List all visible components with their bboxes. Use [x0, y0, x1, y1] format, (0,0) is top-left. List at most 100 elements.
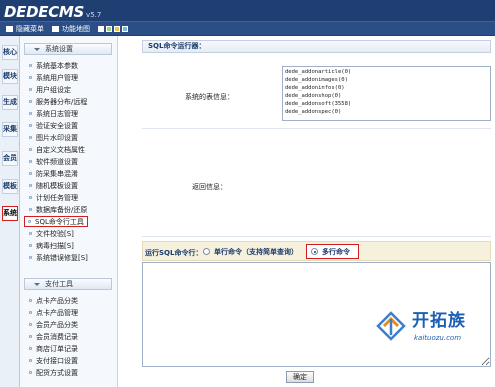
bullet-icon — [29, 311, 32, 314]
menu-label: 随机模板设置 — [36, 181, 78, 190]
menu-label: 服务器分布/远程 — [36, 97, 88, 106]
group-header-system-settings[interactable]: 系统设置 — [24, 43, 112, 55]
menu-item-member-consumption[interactable]: 会员消费记录 — [26, 331, 78, 342]
tab-templates[interactable]: 模板 — [2, 179, 18, 194]
menu-item-scheduled-tasks[interactable]: 计划任务管理 — [26, 192, 78, 203]
menu-label: 计划任务管理 — [36, 193, 78, 202]
single-line-radio[interactable] — [203, 248, 210, 255]
tab-collect[interactable]: 采集 — [2, 122, 18, 137]
table-list-item[interactable]: dede_addonimages(0) — [285, 76, 488, 84]
table-list-item[interactable]: dede_addonshop(0) — [285, 92, 488, 100]
menu-item-error-repair[interactable]: 系统错误修复[S] — [26, 252, 88, 263]
bullet-icon — [29, 208, 32, 211]
bullet-icon — [29, 100, 32, 103]
tab-members[interactable]: 会员 — [2, 151, 18, 166]
menu-label: 数据库备份/还原 — [36, 205, 88, 214]
menu-item-user-admin[interactable]: 系统用户管理 — [26, 72, 78, 83]
skin-swatch-4[interactable] — [122, 25, 128, 32]
menu-label: 软件频道设置 — [36, 157, 78, 166]
menu-item-user-groups[interactable]: 用户组设定 — [26, 84, 71, 95]
bullet-icon — [28, 220, 31, 223]
logo: DEDECMS v5.7 — [4, 2, 101, 20]
menu-item-basic-params[interactable]: 系统基本参数 — [26, 60, 78, 71]
menu-item-file-check[interactable]: 文件校验[S] — [26, 228, 74, 239]
top-header: DEDECMS v5.7 隐藏菜单 功能地图 — [0, 0, 495, 36]
left-tab-bar: 核心 模块 生成 采集 会员 模板 系统 — [0, 36, 20, 387]
logo-text: DEDECMS — [4, 3, 85, 21]
watermark-logo-icon — [376, 311, 406, 341]
menu-item-card-category[interactable]: 点卡产品分类 — [26, 295, 78, 306]
table-list-box[interactable]: dede_addonarticle(0) dede_addonimages(0)… — [282, 66, 491, 121]
bullet-icon — [29, 136, 32, 139]
multi-line-label: 多行命令 — [322, 247, 350, 256]
table-list-item[interactable]: dede_addonarticle(0) — [285, 68, 488, 76]
menu-label: 配货方式设置 — [36, 368, 78, 377]
menu-label: 点卡产品管理 — [36, 308, 78, 317]
bullet-icon — [29, 172, 32, 175]
menu-item-doc-attributes[interactable]: 自定义文档属性 — [26, 144, 85, 155]
menu-item-watermark[interactable]: 图片水印设置 — [26, 132, 78, 143]
menu-label: 病毒扫描[S] — [36, 241, 74, 250]
menu-label: 会员产品分类 — [36, 320, 78, 329]
tab-system[interactable]: 系统 — [2, 206, 18, 221]
chevron-down-icon — [34, 282, 40, 286]
menu-item-payment-interface[interactable]: 支付接口设置 — [26, 355, 78, 366]
hide-menu-label: 隐藏菜单 — [16, 24, 44, 33]
menu-item-random-template[interactable]: 随机模板设置 — [26, 180, 78, 191]
page-title: SQL命令运行器： — [142, 40, 491, 53]
menu-item-shop-orders[interactable]: 商店订单记录 — [26, 343, 78, 354]
submit-button[interactable]: 确定 — [286, 371, 314, 383]
tab-generate[interactable]: 生成 — [2, 95, 18, 110]
tab-core[interactable]: 核心 — [2, 45, 18, 60]
menu-item-card-admin[interactable]: 点卡产品管理 — [26, 307, 78, 318]
bullet-icon — [29, 88, 32, 91]
menu-label: 会员消费记录 — [36, 332, 78, 341]
divider — [142, 236, 491, 237]
single-line-option[interactable]: 单行命令（支持简单查询） — [203, 244, 298, 259]
bullet-icon — [29, 347, 32, 350]
bullet-icon — [29, 371, 32, 374]
bullet-icon — [29, 335, 32, 338]
skin-swatch-3[interactable] — [114, 25, 120, 32]
menu-label: 商店订单记录 — [36, 344, 78, 353]
tab-modules[interactable]: 模块 — [2, 69, 18, 84]
menu-item-server-remote[interactable]: 服务器分布/远程 — [26, 96, 87, 107]
function-map-link[interactable]: 功能地图 — [52, 24, 90, 34]
skin-swatch-2[interactable] — [106, 25, 112, 32]
function-map-label: 功能地图 — [62, 24, 90, 33]
bullet-icon — [29, 299, 32, 302]
table-list-item[interactable]: dede_addoninfos(0) — [285, 84, 488, 92]
menu-label: 用户组设定 — [36, 85, 71, 94]
top-links-bar: 隐藏菜单 功能地图 — [0, 21, 495, 35]
menu-item-member-product-category[interactable]: 会员产品分类 — [26, 319, 78, 330]
table-list-item[interactable]: dede_addonsoft(3558) — [285, 100, 488, 108]
multi-line-option[interactable]: 多行命令 — [306, 244, 359, 259]
bullet-icon — [29, 196, 32, 199]
menu-label: 系统日志管理 — [36, 109, 78, 118]
menu-item-system-log[interactable]: 系统日志管理 — [26, 108, 78, 119]
map-icon — [52, 25, 59, 32]
menu-item-security[interactable]: 验证安全设置 — [26, 120, 78, 131]
menu-label: 验证安全设置 — [36, 121, 78, 130]
menu-item-db-backup[interactable]: 数据库备份/还原 — [26, 204, 87, 215]
menu-item-delivery-method[interactable]: 配货方式设置 — [26, 367, 78, 378]
multi-line-radio[interactable] — [311, 248, 318, 255]
menu-label: 系统基本参数 — [36, 61, 78, 70]
tables-label: 系统的表信息： — [185, 93, 234, 101]
menu-item-sql-tool[interactable]: SQL命令行工具 — [24, 216, 88, 227]
menu-item-anti-collect[interactable]: 防采集串混淆 — [26, 168, 78, 179]
hide-menu-link[interactable]: 隐藏菜单 — [6, 24, 44, 34]
menu-item-virus-scan[interactable]: 病毒扫描[S] — [26, 240, 74, 251]
sidebar-menu: 系统设置 系统基本参数 系统用户管理 用户组设定 服务器分布/远程 系统日志管理… — [20, 36, 118, 387]
bullet-icon — [29, 359, 32, 362]
group-title: 系统设置 — [45, 45, 73, 53]
table-list-item[interactable]: dede_addonspec(0) — [285, 108, 488, 116]
divider — [142, 128, 491, 129]
menu-item-software-channel[interactable]: 软件频道设置 — [26, 156, 78, 167]
watermark-name: 开拓族 — [412, 311, 466, 331]
group-header-payment-tools[interactable]: 支付工具 — [24, 278, 112, 290]
menu-label: 支付接口设置 — [36, 356, 78, 365]
skin-swatch-1[interactable] — [98, 25, 104, 32]
menu-label: 自定义文档属性 — [36, 145, 85, 154]
bullet-icon — [29, 64, 32, 67]
